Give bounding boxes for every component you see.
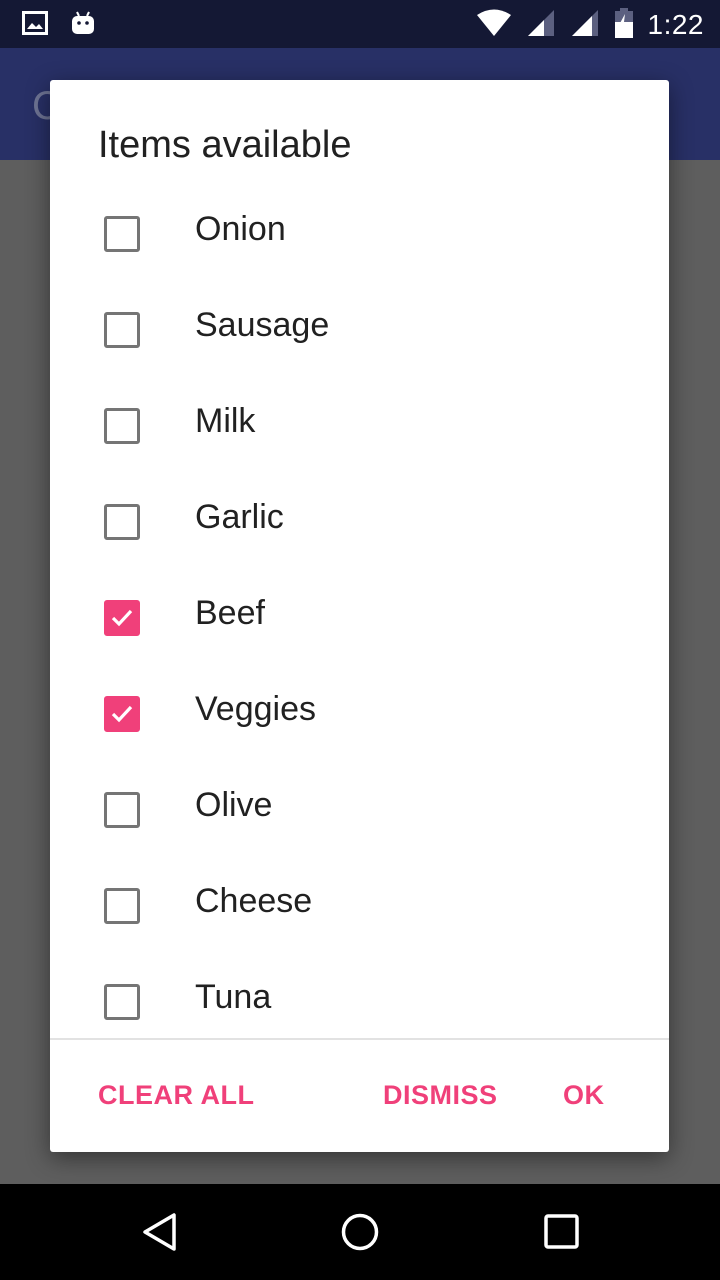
item-label: Cheese bbox=[195, 882, 313, 920]
list-item[interactable]: Tuna bbox=[50, 954, 669, 1038]
checkbox[interactable] bbox=[104, 504, 140, 540]
home-icon[interactable] bbox=[340, 1212, 380, 1252]
item-label: Tuna bbox=[195, 978, 272, 1016]
list-item[interactable]: Olive bbox=[50, 762, 669, 858]
list-item[interactable]: Sausage bbox=[50, 282, 669, 378]
list-item[interactable]: Onion bbox=[50, 186, 669, 282]
checkbox[interactable] bbox=[104, 408, 140, 444]
item-list[interactable]: Onion Sausage Milk Garlic Beef Veggies O… bbox=[50, 186, 669, 1038]
status-bar: 1:22 bbox=[0, 0, 720, 48]
signal-icon bbox=[526, 9, 556, 41]
signal-icon bbox=[570, 9, 600, 41]
recents-icon[interactable] bbox=[542, 1212, 582, 1252]
list-item[interactable]: Milk bbox=[50, 378, 669, 474]
list-item[interactable]: Cheese bbox=[50, 858, 669, 954]
checkbox[interactable] bbox=[104, 312, 140, 348]
multi-choice-dialog: Items available Onion Sausage Milk Garli… bbox=[50, 80, 669, 1152]
checkbox-checked[interactable] bbox=[104, 696, 140, 732]
checkbox[interactable] bbox=[104, 984, 140, 1020]
dismiss-button[interactable]: DISMISS bbox=[383, 1080, 498, 1111]
navigation-bar bbox=[0, 1184, 720, 1280]
item-label: Sausage bbox=[195, 306, 330, 344]
clock: 1:22 bbox=[647, 9, 704, 40]
item-label: Olive bbox=[195, 786, 273, 824]
item-label: Onion bbox=[195, 210, 286, 248]
checkbox-checked[interactable] bbox=[104, 600, 140, 636]
list-item[interactable]: Beef bbox=[50, 570, 669, 666]
list-item[interactable]: Garlic bbox=[50, 474, 669, 570]
divider bbox=[50, 1038, 669, 1040]
checkbox[interactable] bbox=[104, 888, 140, 924]
item-label: Beef bbox=[195, 594, 265, 632]
checkmark-icon bbox=[111, 609, 133, 627]
checkmark-icon bbox=[111, 705, 133, 723]
checkbox[interactable] bbox=[104, 216, 140, 252]
ok-button[interactable]: OK bbox=[563, 1080, 605, 1111]
dialog-title: Items available bbox=[98, 124, 352, 166]
back-icon[interactable] bbox=[140, 1212, 180, 1252]
image-icon bbox=[22, 11, 48, 39]
android-icon bbox=[70, 10, 96, 40]
checkbox[interactable] bbox=[104, 792, 140, 828]
battery-charging-icon bbox=[614, 8, 634, 42]
item-label: Garlic bbox=[195, 498, 284, 536]
item-label: Veggies bbox=[195, 690, 316, 728]
clear-all-button[interactable]: CLEAR ALL bbox=[98, 1080, 254, 1111]
wifi-icon bbox=[476, 9, 512, 41]
item-label: Milk bbox=[195, 402, 256, 440]
list-item[interactable]: Veggies bbox=[50, 666, 669, 762]
